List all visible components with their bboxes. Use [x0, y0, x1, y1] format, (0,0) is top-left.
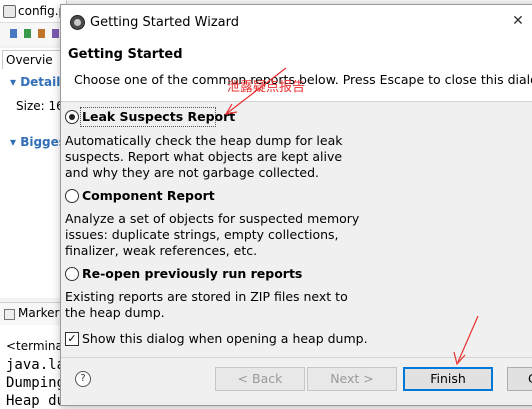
editor-tab[interactable]: config.p: [0, 0, 67, 23]
chevron-down-icon: ▾: [10, 75, 21, 89]
back-button[interactable]: < Back: [215, 367, 305, 391]
leak-suspects-radio[interactable]: [65, 110, 79, 124]
leak-suspects-label: Leak Suspects Report: [82, 109, 236, 124]
editor-toolbar: [0, 23, 66, 45]
button-bar-divider: [61, 357, 532, 358]
query-icon[interactable]: [52, 29, 59, 38]
header-title: Getting Started: [68, 47, 183, 62]
component-report-label: Component Report: [82, 188, 215, 203]
next-button[interactable]: Next >: [307, 367, 397, 391]
console-line: java.la: [6, 357, 66, 373]
overview-tab[interactable]: Overvie: [2, 50, 68, 69]
cancel-button[interactable]: C: [507, 367, 532, 391]
histogram-icon[interactable]: [24, 29, 31, 38]
eclipse-mat-icon: [70, 15, 85, 30]
finish-button[interactable]: Finish: [403, 367, 493, 391]
size-row: Size: 16: [16, 99, 64, 113]
console-line: Heap du: [6, 393, 66, 409]
leak-suspects-description: Automatically check the heap dump for le…: [65, 133, 343, 180]
reopen-reports-label: Re-open previously run reports: [82, 266, 303, 281]
markers-tab-label: Marker: [18, 306, 60, 320]
help-icon[interactable]: ?: [75, 371, 91, 387]
markers-icon: [4, 309, 15, 320]
component-report-radio[interactable]: [65, 189, 79, 203]
chevron-down-icon: ▾: [10, 135, 21, 149]
dialog-titlebar[interactable]: Getting Started Wizard ✕: [61, 5, 532, 38]
dialog-title: Getting Started Wizard: [90, 15, 239, 30]
getting-started-dialog: Getting Started Wizard ✕ Getting Started…: [60, 4, 532, 406]
annotation-text: 泄露疑点报告: [227, 80, 306, 95]
reopen-reports-option[interactable]: Re-open previously run reports: [65, 266, 305, 284]
reopen-reports-radio[interactable]: [65, 267, 79, 281]
console-line: <terminat: [6, 339, 68, 353]
show-dialog-checkbox-label: Show this dialog when opening a heap dum…: [82, 331, 368, 346]
overview-tab-label: Overvie: [6, 53, 53, 67]
leak-suspects-option[interactable]: Leak Suspects Report: [65, 107, 265, 127]
editor-tab-label: config.p: [18, 4, 67, 18]
biggest-objects-section[interactable]: ▾ Bigges: [10, 135, 66, 149]
component-report-option[interactable]: Component Report: [65, 188, 265, 206]
heap-file-icon: [3, 5, 16, 18]
markers-tab[interactable]: Marker: [0, 302, 66, 326]
close-icon[interactable]: ✕: [495, 5, 532, 38]
show-dialog-checkbox[interactable]: ✓: [65, 332, 79, 346]
info-icon[interactable]: [10, 29, 17, 38]
reopen-reports-description: Existing reports are stored in ZIP files…: [65, 289, 348, 320]
console-line: Dumping: [6, 375, 66, 391]
component-report-description: Analyze a set of objects for suspected m…: [65, 211, 360, 258]
show-dialog-checkbox-row[interactable]: ✓ Show this dialog when opening a heap d…: [65, 331, 368, 349]
console-panel: <terminat java.la Dumping Heap du: [0, 325, 68, 409]
details-section[interactable]: ▾ Details: [10, 75, 68, 89]
dominator-tree-icon[interactable]: [38, 29, 45, 38]
